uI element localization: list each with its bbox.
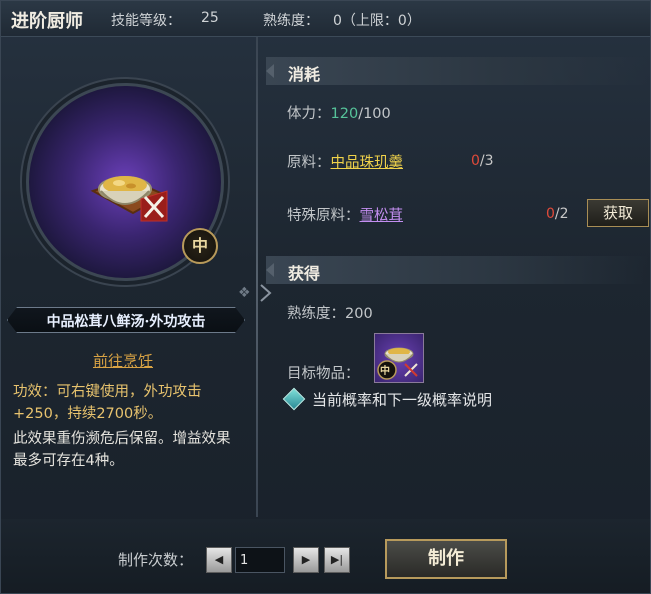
special-material-label: 特殊原料： — [287, 208, 360, 224]
consume-section-bar — [266, 57, 649, 85]
stamina-label: 体力： — [287, 106, 331, 122]
decrease-button[interactable]: ◀ — [206, 547, 232, 573]
dish-name: 中品松茸八鲜汤·外功攻击 — [46, 314, 206, 330]
dish-effect-text: 功效：可右键使用，外功攻击+250，持续2700秒。 — [13, 384, 202, 422]
target-item-icon[interactable]: 中 — [374, 333, 424, 383]
special-material-link[interactable]: 雪松茸 — [360, 208, 404, 224]
probability-info-link[interactable]: 当前概率和下一级概率说明 — [312, 389, 492, 410]
material-have: 0 — [471, 153, 480, 169]
probability-info-icon[interactable] — [282, 387, 306, 411]
special-material-have: 0 — [546, 206, 555, 222]
gain-section-bar — [266, 256, 649, 284]
special-material-need: /2 — [554, 206, 569, 222]
material-count: 0/3 — [471, 153, 494, 169]
stamina-max: /100 — [358, 106, 391, 122]
skill-level-value: 25 — [201, 10, 219, 26]
target-grade-badge: 中 — [380, 366, 390, 377]
crafting-window: 进阶厨师 技能等级： 25 熟练度： 0（上限：0） 中 中品松茸八鲜汤·外功攻… — [0, 0, 651, 594]
consume-section-title: 消耗 — [288, 65, 321, 84]
chevron-right-icon — [260, 284, 272, 302]
special-material-row: 特殊原料：雪松茸 — [287, 204, 403, 225]
proficiency-value: 0（上限：0） — [333, 13, 421, 29]
grade-badge: 中 — [182, 228, 218, 264]
window-header: 进阶厨师 技能等级： 25 熟练度： 0（上限：0） — [1, 1, 650, 37]
special-material-count: 0/2 — [546, 206, 569, 222]
material-link[interactable]: 中品珠玑羹 — [331, 155, 404, 171]
skill-level-label: 技能等级： — [111, 13, 181, 29]
gain-proficiency: 熟练度：200 — [287, 306, 373, 322]
window-title: 进阶厨师 — [11, 11, 83, 32]
stamina-current: 120 — [330, 106, 359, 122]
max-button[interactable]: ▶| — [324, 547, 350, 573]
stamina-row: 体力：120/100 — [287, 102, 391, 123]
get-material-button[interactable]: 获取 — [587, 199, 649, 227]
panel-divider — [256, 37, 258, 517]
goto-cooking-link[interactable]: 前往烹饪 — [93, 350, 153, 371]
material-row: 原料：中品珠玑羹 — [287, 151, 403, 172]
make-button[interactable]: 制作 — [385, 539, 507, 579]
increase-button[interactable]: ▶ — [293, 547, 319, 573]
divider-ornament-icon: ❖ — [238, 285, 251, 301]
material-label: 原料： — [287, 155, 331, 171]
gain-section-title: 获得 — [288, 264, 321, 283]
quantity-input[interactable] — [235, 547, 285, 573]
proficiency-label: 熟练度： — [263, 13, 319, 29]
soup-bowl-icon — [90, 176, 168, 222]
craft-times-label: 制作次数： — [118, 551, 194, 569]
target-item-label: 目标物品： — [287, 366, 360, 382]
material-need: /3 — [479, 153, 494, 169]
dish-effect-note: 此效果重伤濒危后保留。增益效果最多可存在4种。 — [13, 431, 231, 469]
